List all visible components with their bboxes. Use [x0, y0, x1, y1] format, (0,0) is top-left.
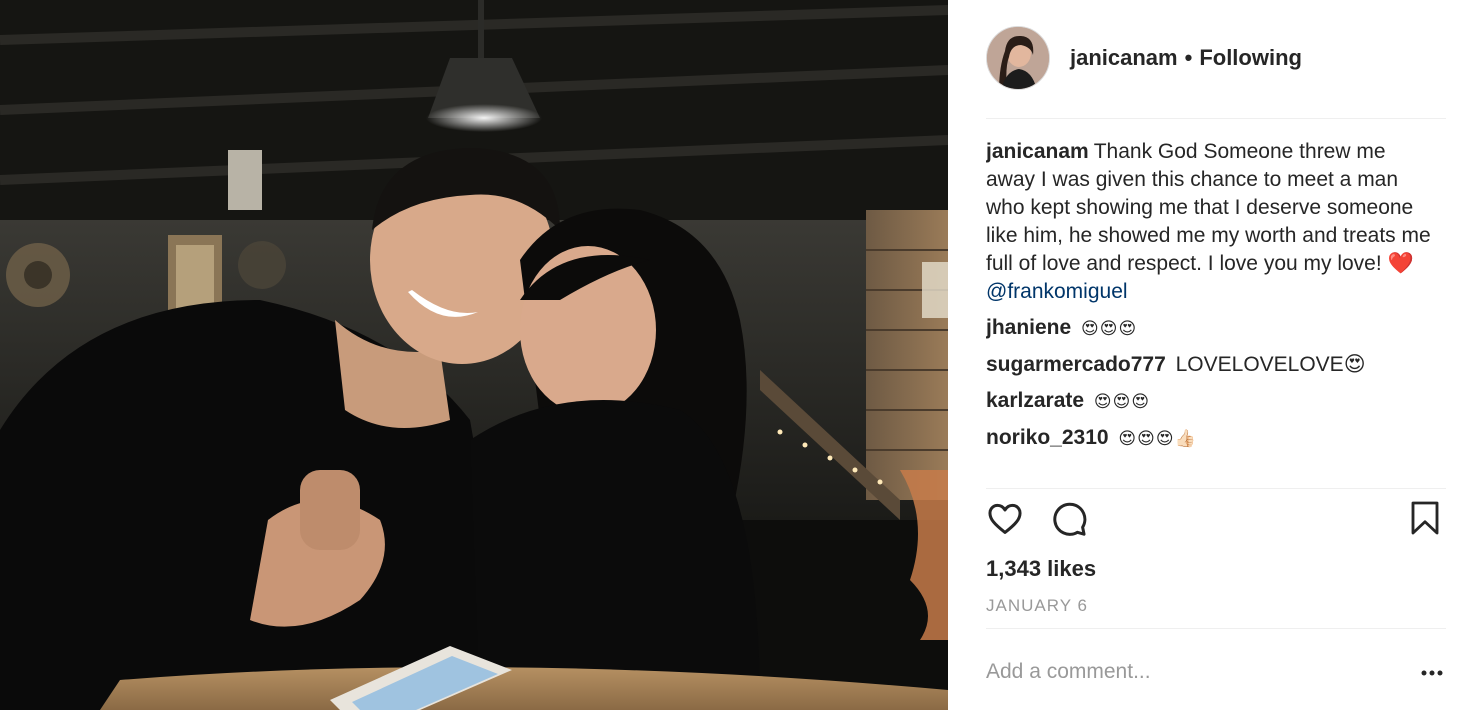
author-username[interactable]: janicanam: [1070, 45, 1178, 71]
following-button[interactable]: Following: [1199, 45, 1302, 71]
post-header: janicanam • Following: [986, 24, 1446, 92]
caption-mention-link[interactable]: @frankomiguel: [986, 278, 1436, 306]
comment-username[interactable]: noriko_2310: [986, 426, 1109, 449]
list-item: jhaniene 😍😍😍: [986, 314, 1436, 343]
avatar-image: [987, 27, 1049, 89]
list-item: noriko_2310 😍😍😍👍🏻: [986, 424, 1436, 453]
photo-illustration: [0, 0, 948, 710]
header-divider: [986, 118, 1446, 119]
author-avatar[interactable]: [986, 26, 1050, 90]
comment-username[interactable]: jhaniene: [986, 316, 1071, 339]
post-caption: janicanam Thank God Someone threw me away…: [986, 138, 1436, 306]
header-text: janicanam • Following: [1070, 45, 1302, 71]
post-side-panel: janicanam • Following janicanam Thank God…: [948, 0, 1460, 710]
comment-username[interactable]: sugarmercado777: [986, 353, 1166, 376]
comments-list[interactable]: janicanam Thank God Someone threw me away…: [986, 138, 1436, 488]
post-date[interactable]: JANUARY 6: [986, 596, 1088, 616]
caption-username[interactable]: janicanam: [986, 140, 1089, 163]
list-item: karlzarate 😍😍😍: [986, 387, 1436, 416]
comment-text: LOVELOVELOVE😍: [1175, 353, 1366, 376]
post-actions: [986, 500, 1439, 544]
header-separator: •: [1184, 45, 1193, 70]
add-comment-input[interactable]: [986, 652, 1406, 692]
likes-count[interactable]: 1,343 likes: [986, 556, 1096, 582]
comment-text: 😍😍😍: [1081, 319, 1138, 339]
comment-text: 😍😍😍: [1093, 392, 1151, 412]
heart-outline-icon[interactable]: [986, 500, 1024, 543]
ellipsis-icon[interactable]: [1420, 664, 1444, 682]
composer-divider: [986, 628, 1446, 629]
comment-username[interactable]: karlzarate: [986, 389, 1084, 412]
post-photo: [0, 0, 948, 710]
speech-bubble-icon[interactable]: [1050, 500, 1088, 543]
comment-text: 😍😍😍👍🏻: [1118, 429, 1197, 449]
bookmark-outline-icon[interactable]: [1410, 500, 1440, 541]
list-item: sugarmercado777 LOVELOVELOVE😍: [986, 351, 1436, 379]
comments-divider: [986, 488, 1446, 489]
